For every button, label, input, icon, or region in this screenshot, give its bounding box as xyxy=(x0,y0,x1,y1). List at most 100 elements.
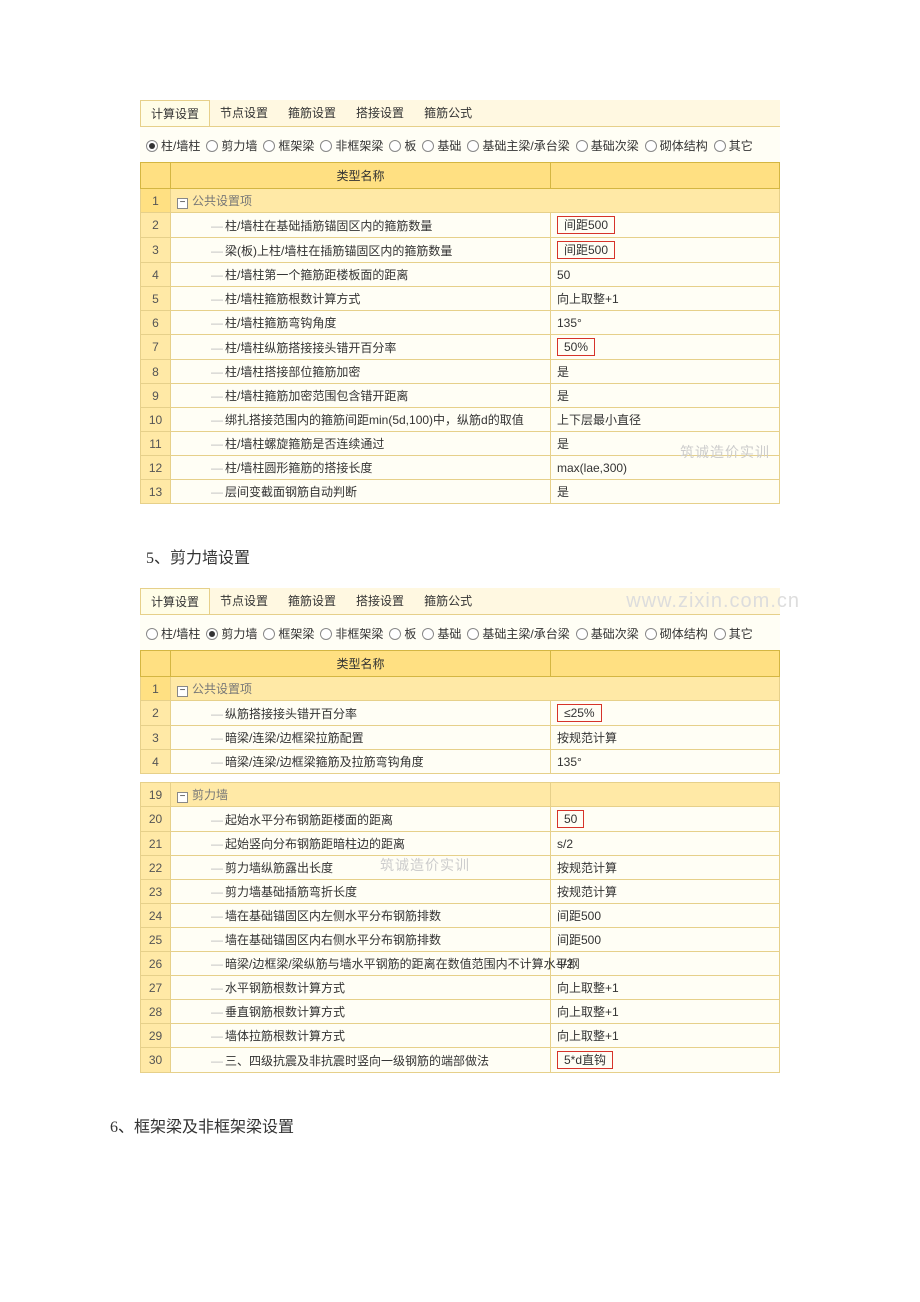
setting-value[interactable]: 间距500 xyxy=(551,213,780,238)
setting-value[interactable]: 间距500 xyxy=(551,238,780,263)
setting-value[interactable]: 135° xyxy=(551,750,780,774)
radio-foundation-mainbeam[interactable]: 基础主梁/承台梁 xyxy=(467,625,569,642)
setting-value[interactable]: 间距500 xyxy=(551,928,780,952)
setting-value[interactable]: 是 xyxy=(551,384,780,408)
radio-column-wall[interactable]: 柱/墙柱 xyxy=(146,625,200,642)
table-row[interactable]: 13—层间变截面钢筋自动判断是 xyxy=(141,480,780,504)
tab-stirrup-formula[interactable]: 箍筋公式 xyxy=(414,100,482,126)
table-row[interactable]: 3—暗梁/连梁/边框梁拉筋配置按规范计算 xyxy=(141,726,780,750)
row-number: 3 xyxy=(141,726,171,750)
table-row[interactable]: 30—三、四级抗震及非抗震时竖向一级钢筋的端部做法5*d直钩 xyxy=(141,1048,780,1073)
table-row[interactable]: 25—墙在基础锚固区内右侧水平分布钢筋排数间距500 xyxy=(141,928,780,952)
table-row[interactable]: 9—柱/墙柱箍筋加密范围包含错开距离是 xyxy=(141,384,780,408)
tab-lap-settings[interactable]: 搭接设置 xyxy=(346,588,414,614)
collapse-icon[interactable]: − xyxy=(177,198,188,209)
setting-value[interactable]: 向上取整+1 xyxy=(551,1024,780,1048)
tab-calc-settings[interactable]: 计算设置 xyxy=(140,100,210,126)
setting-value[interactable]: 50% xyxy=(551,335,780,360)
table-row[interactable]: 8—柱/墙柱搭接部位箍筋加密是 xyxy=(141,360,780,384)
settings-table-2: 19 −剪力墙 20—起始水平分布钢筋距楼面的距离5021—起始竖向分布钢筋距暗… xyxy=(140,782,780,1073)
tab-stirrup-settings[interactable]: 箍筋设置 xyxy=(278,588,346,614)
setting-value[interactable]: 50 xyxy=(551,807,780,832)
table-row[interactable]: 2—纵筋搭接接头错开百分率≤25% xyxy=(141,701,780,726)
table-row[interactable]: 21—起始竖向分布钢筋距暗柱边的距离s/2 xyxy=(141,832,780,856)
radio-foundation[interactable]: 基础 xyxy=(422,137,461,154)
radio-slab[interactable]: 板 xyxy=(389,625,416,642)
setting-value[interactable]: 向上取整+1 xyxy=(551,976,780,1000)
tab-stirrup-formula[interactable]: 箍筋公式 xyxy=(414,588,482,614)
table-row[interactable]: 4—暗梁/连梁/边框梁箍筋及拉筋弯钩角度135° xyxy=(141,750,780,774)
setting-value[interactable]: max(lae,300) xyxy=(551,456,780,480)
setting-value[interactable]: 5*d直钩 xyxy=(551,1048,780,1073)
setting-label: —墙体拉筋根数计算方式 xyxy=(171,1024,551,1048)
radio-shearwall[interactable]: 剪力墙 xyxy=(206,137,257,154)
table-row[interactable]: 3—梁(板)上柱/墙柱在插筋锚固区内的箍筋数量间距500 xyxy=(141,238,780,263)
table-row[interactable]: 20—起始水平分布钢筋距楼面的距离50 xyxy=(141,807,780,832)
radio-shearwall[interactable]: 剪力墙 xyxy=(206,625,257,642)
radio-nonframebeam[interactable]: 非框架梁 xyxy=(320,137,383,154)
table-row[interactable]: 11—柱/墙柱螺旋箍筋是否连续通过是 xyxy=(141,432,780,456)
table-row[interactable]: 5—柱/墙柱箍筋根数计算方式向上取整+1 xyxy=(141,287,780,311)
setting-label: —墙在基础锚固区内右侧水平分布钢筋排数 xyxy=(171,928,551,952)
group-row[interactable]: 19 −剪力墙 xyxy=(141,783,780,807)
radio-slab[interactable]: 板 xyxy=(389,137,416,154)
setting-value[interactable]: s/2 xyxy=(551,832,780,856)
setting-value[interactable]: 按规范计算 xyxy=(551,880,780,904)
radio-nonframebeam[interactable]: 非框架梁 xyxy=(320,625,383,642)
radio-framebeam[interactable]: 框架梁 xyxy=(263,625,314,642)
tab-node-settings[interactable]: 节点设置 xyxy=(210,588,278,614)
table-row[interactable]: 7—柱/墙柱纵筋搭接接头错开百分率50% xyxy=(141,335,780,360)
setting-value[interactable]: 按规范计算 xyxy=(551,726,780,750)
panel-column-wall: 计算设置 节点设置 箍筋设置 搭接设置 箍筋公式 柱/墙柱 剪力墙 框架梁 非框… xyxy=(140,100,780,504)
tab-node-settings[interactable]: 节点设置 xyxy=(210,100,278,126)
collapse-icon[interactable]: − xyxy=(177,686,188,697)
group-label: 剪力墙 xyxy=(192,788,228,802)
radio-framebeam[interactable]: 框架梁 xyxy=(263,137,314,154)
setting-value[interactable]: 上下层最小直径 xyxy=(551,408,780,432)
row-number: 25 xyxy=(141,928,171,952)
setting-value[interactable]: 间距500 xyxy=(551,904,780,928)
setting-value[interactable]: 50 xyxy=(551,263,780,287)
table-row[interactable]: 12—柱/墙柱圆形箍筋的搭接长度max(lae,300) xyxy=(141,456,780,480)
group-label: 公共设置项 xyxy=(192,194,252,208)
radio-column-wall[interactable]: 柱/墙柱 xyxy=(146,137,200,154)
table-row[interactable]: 28—垂直钢筋根数计算方式向上取整+1 xyxy=(141,1000,780,1024)
radio-masonry[interactable]: 砌体结构 xyxy=(645,137,708,154)
setting-value[interactable]: 向上取整+1 xyxy=(551,287,780,311)
table-row[interactable]: 26—暗梁/边框梁/梁纵筋与墙水平钢筋的距离在数值范围内不计算水平钢s/2 xyxy=(141,952,780,976)
radio-other[interactable]: 其它 xyxy=(714,137,753,154)
tab-lap-settings[interactable]: 搭接设置 xyxy=(346,100,414,126)
group-row[interactable]: 1 −公共设置项 xyxy=(141,189,780,213)
setting-value[interactable]: 向上取整+1 xyxy=(551,1000,780,1024)
tab-calc-settings[interactable]: 计算设置 xyxy=(140,588,210,614)
table-row[interactable]: 4—柱/墙柱第一个箍筋距楼板面的距离50 xyxy=(141,263,780,287)
radio-masonry[interactable]: 砌体结构 xyxy=(645,625,708,642)
radio-foundation-secbeam[interactable]: 基础次梁 xyxy=(576,625,639,642)
collapse-icon[interactable]: − xyxy=(177,792,188,803)
setting-value[interactable]: 135° xyxy=(551,311,780,335)
table-row[interactable]: 6—柱/墙柱箍筋弯钩角度135° xyxy=(141,311,780,335)
table-row[interactable]: 2—柱/墙柱在基础插筋锚固区内的箍筋数量间距500 xyxy=(141,213,780,238)
table-row[interactable]: 27—水平钢筋根数计算方式向上取整+1 xyxy=(141,976,780,1000)
group-row[interactable]: 1 −公共设置项 xyxy=(141,677,780,701)
setting-value[interactable]: 是 xyxy=(551,360,780,384)
radio-foundation[interactable]: 基础 xyxy=(422,625,461,642)
col-value xyxy=(551,163,780,189)
table-row[interactable]: 29—墙体拉筋根数计算方式向上取整+1 xyxy=(141,1024,780,1048)
radio-foundation-secbeam[interactable]: 基础次梁 xyxy=(576,137,639,154)
setting-label: —柱/墙柱第一个箍筋距楼板面的距离 xyxy=(171,263,551,287)
setting-value[interactable]: s/2 xyxy=(551,952,780,976)
setting-value[interactable]: 是 xyxy=(551,480,780,504)
setting-value[interactable]: 按规范计算 xyxy=(551,856,780,880)
table-row[interactable]: 22—剪力墙纵筋露出长度按规范计算 xyxy=(141,856,780,880)
row-number: 24 xyxy=(141,904,171,928)
setting-value[interactable]: 是 xyxy=(551,432,780,456)
table-row[interactable]: 24—墙在基础锚固区内左侧水平分布钢筋排数间距500 xyxy=(141,904,780,928)
table-row[interactable]: 23—剪力墙基础插筋弯折长度按规范计算 xyxy=(141,880,780,904)
setting-value[interactable]: ≤25% xyxy=(551,701,780,726)
table-row[interactable]: 10—绑扎搭接范围内的箍筋间距min(5d,100)中，纵筋d的取值上下层最小直… xyxy=(141,408,780,432)
radio-foundation-mainbeam[interactable]: 基础主梁/承台梁 xyxy=(467,137,569,154)
row-number: 13 xyxy=(141,480,171,504)
radio-other[interactable]: 其它 xyxy=(714,625,753,642)
tab-stirrup-settings[interactable]: 箍筋设置 xyxy=(278,100,346,126)
